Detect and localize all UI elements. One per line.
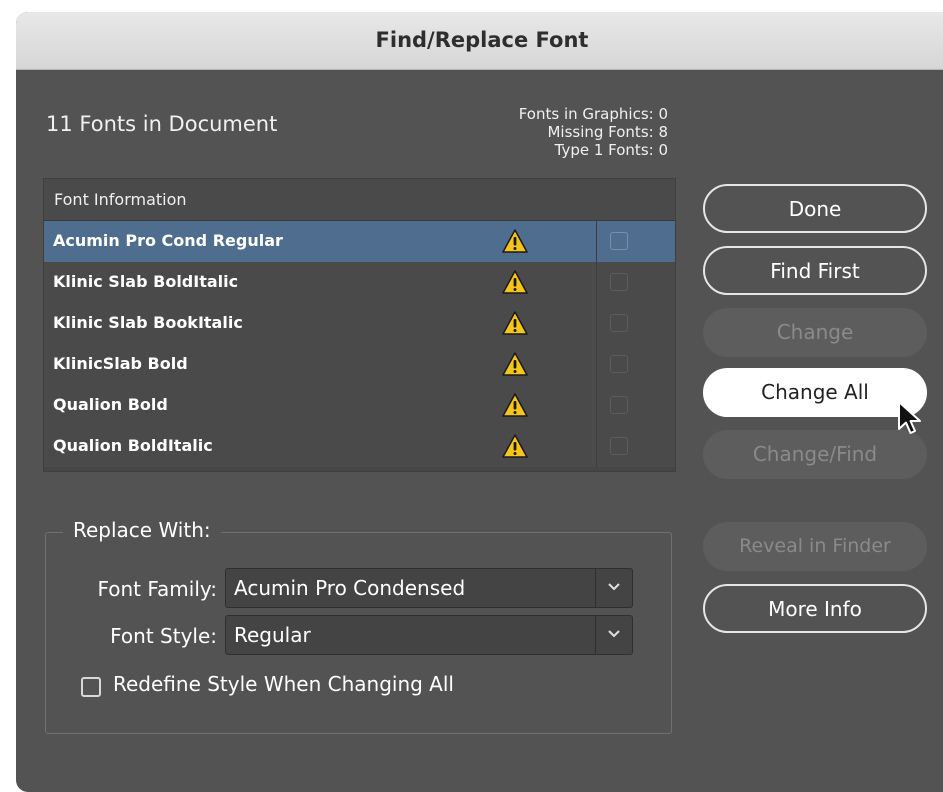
font-family-label: Font Family: [97,577,217,601]
missing-fonts-stat: Missing Fonts: 8 [547,123,668,141]
warning-icon [502,434,528,458]
column-divider [596,344,597,385]
redefine-style-checkbox[interactable] [81,677,101,697]
font-row[interactable]: KlinicSlab Bold [44,344,675,386]
warning-icon [502,311,528,335]
column-divider [596,426,597,467]
font-row-checkbox[interactable] [610,396,628,414]
done-button[interactable]: Done [703,184,927,233]
font-family-select[interactable]: Acumin Pro Condensed [225,568,633,608]
more-info-button[interactable]: More Info [703,584,927,633]
replace-with-title: Replace With: [63,518,221,542]
font-style-value: Regular [234,623,311,647]
font-name: Acumin Pro Cond Regular [53,231,283,250]
change-find-button[interactable]: Change/Find [703,430,927,479]
font-row[interactable]: Qualion Bold [44,385,675,427]
type1-fonts-stat: Type 1 Fonts: 0 [554,141,668,159]
find-replace-font-dialog: Find/Replace Font 11 Fonts in Document F… [16,12,943,792]
change-button[interactable]: Change [703,308,927,357]
find-first-button[interactable]: Find First [703,246,927,295]
font-family-dropdown-button[interactable] [595,569,632,607]
font-row-checkbox[interactable] [610,232,628,250]
warning-icon [502,270,528,294]
font-name: Klinic Slab BookItalic [53,313,243,332]
font-style-dropdown-button[interactable] [595,616,632,654]
font-style-label: Font Style: [110,624,217,648]
font-row-checkbox[interactable] [610,355,628,373]
font-name: Qualion Bold [53,395,168,414]
font-family-value: Acumin Pro Condensed [234,576,466,600]
chevron-down-icon [608,630,620,638]
chevron-down-icon [608,583,620,591]
column-divider [596,385,597,426]
reveal-in-finder-button[interactable]: Reveal in Finder [703,522,927,571]
redefine-style-label[interactable]: Redefine Style When Changing All [113,672,454,696]
column-divider [596,221,597,262]
font-row[interactable]: Klinic Slab BookItalic [44,303,675,345]
font-row[interactable]: Klinic Slab BoldItalic [44,262,675,304]
fonts-in-document-count: 11 Fonts in Document [46,112,278,136]
font-row-checkbox[interactable] [610,437,628,455]
column-divider [596,262,597,303]
font-list: Font Information Acumin Pro Cond Regular… [43,178,676,472]
change-all-button[interactable]: Change All [703,368,927,417]
font-name: Qualion BoldItalic [53,436,213,455]
font-list-header: Font Information [44,179,675,221]
font-name: KlinicSlab Bold [53,354,188,373]
font-style-select[interactable]: Regular [225,615,633,655]
font-stats: Fonts in Graphics: 0 Missing Fonts: 8 Ty… [446,105,668,159]
warning-icon [502,352,528,376]
column-divider [596,303,597,344]
warning-icon [502,229,528,253]
font-information-header: Font Information [54,190,187,209]
warning-icon [502,393,528,417]
font-row-checkbox[interactable] [610,314,628,332]
font-row-checkbox[interactable] [610,273,628,291]
mouse-pointer-icon [898,401,921,434]
font-row[interactable]: Qualion BoldItalic [44,426,675,467]
fonts-in-graphics-stat: Fonts in Graphics: 0 [518,105,668,123]
font-row[interactable]: Acumin Pro Cond Regular [44,221,675,263]
title-bar[interactable]: Find/Replace Font [16,12,943,70]
font-name: Klinic Slab BoldItalic [53,272,239,291]
dialog-title: Find/Replace Font [375,28,589,52]
